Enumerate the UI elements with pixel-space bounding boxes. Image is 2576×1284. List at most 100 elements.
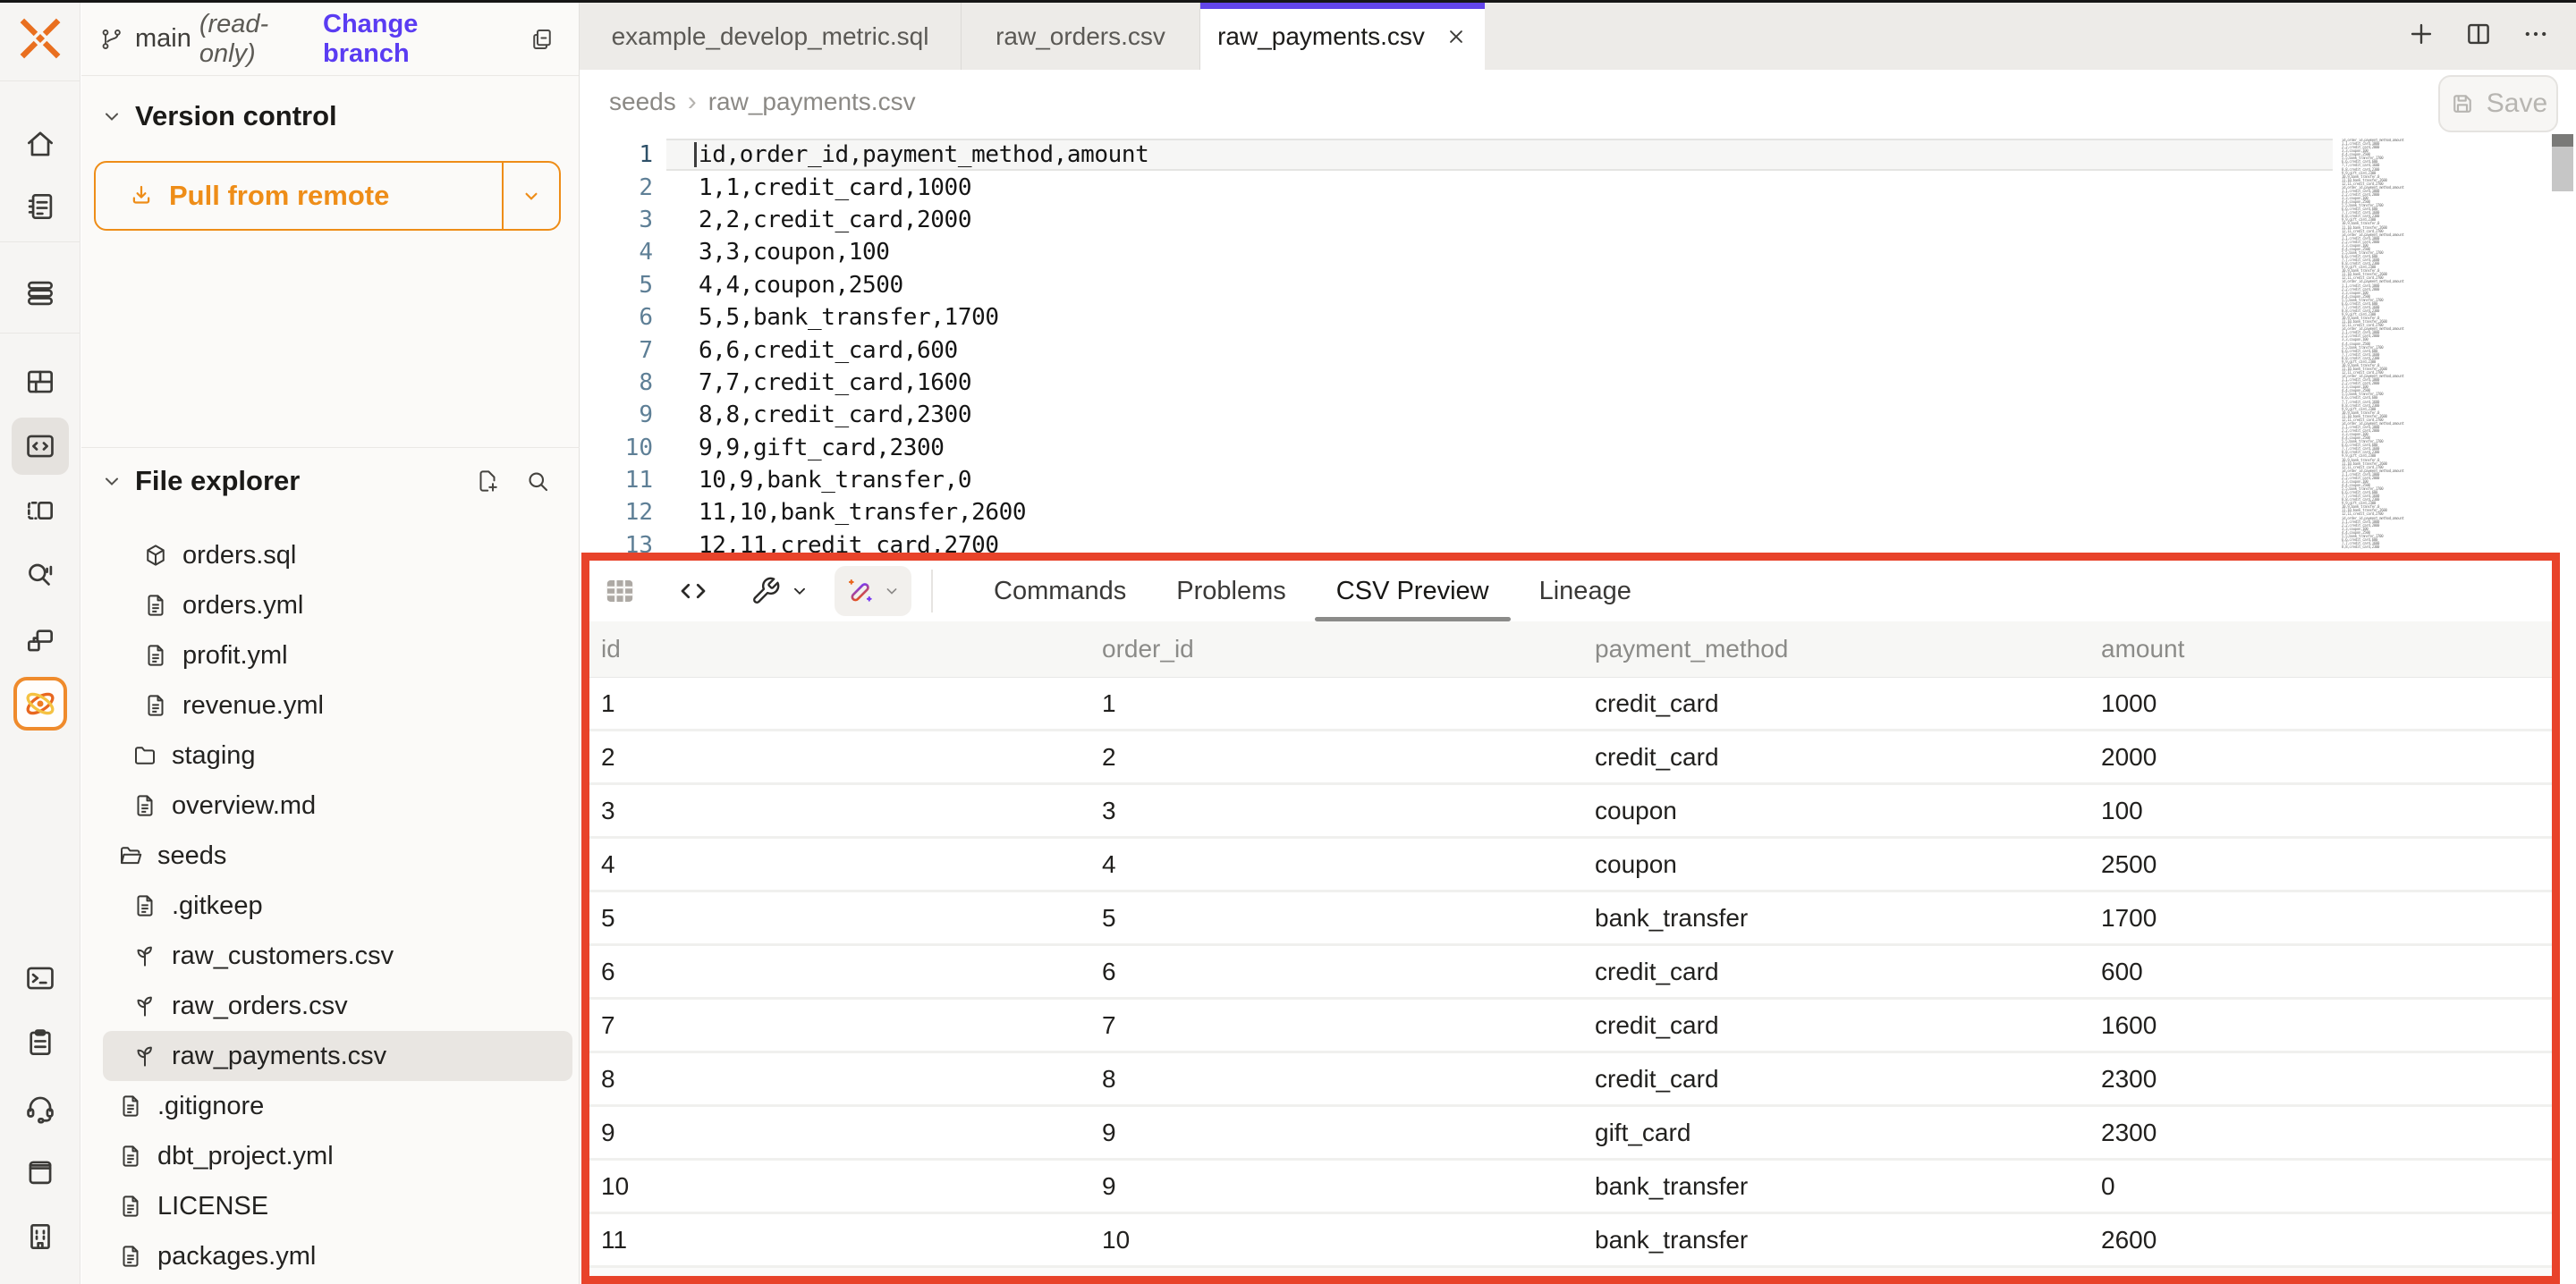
code-text[interactable]: 2,2,credit_card,2000: [666, 204, 2333, 236]
code-text[interactable]: 4,4,coupon,2500: [666, 269, 2333, 301]
panel-tab-commands[interactable]: Commands: [969, 561, 1151, 621]
code-text[interactable]: 5,5,bank_transfer,1700: [666, 301, 2333, 334]
close-tab-icon[interactable]: [1445, 25, 1468, 48]
file-row[interactable]: raw_customers.csv: [103, 931, 572, 981]
support-headset-icon[interactable]: [12, 1079, 69, 1136]
code-text[interactable]: 9,9,gift_card,2300: [666, 432, 2333, 464]
table-row[interactable]: 11credit_card1000: [589, 678, 2552, 731]
sql-code-icon[interactable]: [677, 575, 709, 607]
breadcrumb-file[interactable]: raw_payments.csv: [708, 88, 916, 116]
code-text[interactable]: 12,11,credit_card,2700: [666, 529, 2333, 554]
file-row[interactable]: packages.yml: [103, 1231, 572, 1281]
doc-icon: [117, 1093, 144, 1119]
folder-row[interactable]: seeds: [103, 831, 572, 881]
file-row[interactable]: LICENSE: [103, 1181, 572, 1231]
code-text[interactable]: id,order_id,payment_method,amount: [666, 139, 2333, 171]
file-row[interactable]: overview.md: [103, 781, 572, 831]
minimap[interactable]: id,order_id,payment_method,amount 1,1,cr…: [2342, 139, 2419, 550]
table-row[interactable]: 99gift_card2300: [589, 1107, 2552, 1161]
file-row[interactable]: profit.yml: [103, 630, 572, 680]
code-text[interactable]: 3,3,coupon,100: [666, 236, 2333, 268]
windows-overlap-icon[interactable]: [12, 612, 69, 669]
clipboard-icon[interactable]: [12, 1014, 69, 1071]
code-line[interactable]: 98,8,credit_card,2300: [580, 399, 2333, 431]
new-file-icon[interactable]: [474, 468, 501, 494]
pull-main-segment[interactable]: Pull from remote: [96, 163, 502, 229]
panel-tab-problems[interactable]: Problems: [1151, 561, 1311, 621]
pull-dropdown-toggle[interactable]: [504, 163, 559, 229]
new-tab-icon[interactable]: [2406, 19, 2436, 49]
code-text[interactable]: 6,6,credit_card,600: [666, 334, 2333, 366]
editor-tab[interactable]: raw_orders.csv: [962, 3, 1200, 70]
version-control-header[interactable]: Version control: [81, 94, 579, 139]
editor-scrollbar[interactable]: [2552, 134, 2573, 191]
file-name: .gitkeep: [172, 891, 263, 921]
code-line[interactable]: 1id,order_id,payment_method,amount: [580, 139, 2333, 171]
ai-wand-button[interactable]: [835, 566, 911, 616]
save-button[interactable]: Save: [2438, 75, 2558, 132]
editor-tab[interactable]: raw_payments.csv: [1200, 3, 1485, 70]
pull-from-remote-button[interactable]: Pull from remote: [94, 161, 561, 231]
terminal-icon[interactable]: [12, 950, 69, 1007]
editor-tab[interactable]: example_develop_metric.sql: [580, 3, 962, 70]
code-line[interactable]: 76,6,credit_card,600: [580, 334, 2333, 366]
code-line[interactable]: 32,2,credit_card,2000: [580, 204, 2333, 236]
file-row[interactable]: raw_orders.csv: [103, 981, 572, 1031]
file-explorer-header[interactable]: File explorer: [81, 459, 580, 503]
code-editor[interactable]: 1id,order_id,payment_method,amount21,1,c…: [580, 134, 2576, 554]
build-tools-button[interactable]: [750, 576, 809, 606]
table-row[interactable]: 77credit_card1600: [589, 1000, 2552, 1053]
dashboard-icon[interactable]: [12, 353, 69, 410]
split-editor-icon[interactable]: [2463, 19, 2494, 49]
panel-tab-lineage[interactable]: Lineage: [1514, 561, 1657, 621]
code-line[interactable]: 21,1,credit_card,1000: [580, 171, 2333, 203]
folder-row[interactable]: staging: [103, 731, 572, 781]
code-line[interactable]: 87,7,credit_card,1600: [580, 367, 2333, 399]
file-row[interactable]: .gitkeep: [103, 881, 572, 931]
file-row[interactable]: dbt_project.yml: [103, 1131, 572, 1181]
file-row[interactable]: .gitignore: [103, 1081, 572, 1131]
docs-book-icon[interactable]: [12, 1144, 69, 1201]
table-row[interactable]: 66credit_card600: [589, 946, 2552, 1000]
copy-icon[interactable]: [529, 26, 555, 53]
code-line[interactable]: 1211,10,bank_transfer,2600: [580, 496, 2333, 528]
table-row[interactable]: 88credit_card2300: [589, 1053, 2552, 1107]
code-line[interactable]: 43,3,coupon,100: [580, 236, 2333, 268]
brand-logo-icon[interactable]: [15, 13, 65, 63]
organization-icon[interactable]: [12, 1208, 69, 1265]
file-row[interactable]: revenue.yml: [103, 680, 572, 731]
code-line[interactable]: 1110,9,bank_transfer,0: [580, 464, 2333, 496]
code-text[interactable]: 11,10,bank_transfer,2600: [666, 496, 2333, 528]
notebook-icon[interactable]: [12, 178, 69, 235]
code-editor-icon[interactable]: [12, 418, 69, 475]
home-icon[interactable]: [12, 115, 69, 173]
file-row[interactable]: raw_payments.csv: [103, 1031, 572, 1081]
table-row[interactable]: 109bank_transfer0: [589, 1161, 2552, 1214]
table-row[interactable]: 22credit_card2000: [589, 731, 2552, 785]
code-text[interactable]: 10,9,bank_transfer,0: [666, 464, 2333, 496]
file-row[interactable]: orders.sql: [103, 530, 572, 580]
code-text[interactable]: 1,1,credit_card,1000: [666, 171, 2333, 203]
search-icon[interactable]: [524, 468, 551, 494]
ai-atom-icon[interactable]: [13, 677, 67, 731]
code-line[interactable]: 109,9,gift_card,2300: [580, 432, 2333, 464]
table-cell: 10: [1090, 1226, 1583, 1254]
change-branch-link[interactable]: Change branch: [323, 10, 509, 69]
results-table-icon[interactable]: [602, 573, 638, 609]
table-row[interactable]: 44coupon2500: [589, 839, 2552, 892]
table-row[interactable]: 33coupon100: [589, 785, 2552, 839]
app-window-icon[interactable]: [12, 482, 69, 539]
table-row[interactable]: 55bank_transfer1700: [589, 892, 2552, 946]
code-line[interactable]: 1312,11,credit_card,2700: [580, 529, 2333, 554]
more-options-icon[interactable]: [2521, 19, 2551, 49]
code-text[interactable]: 8,8,credit_card,2300: [666, 399, 2333, 431]
breadcrumb-parent[interactable]: seeds: [609, 88, 676, 116]
code-text[interactable]: 7,7,credit_card,1600: [666, 367, 2333, 399]
file-row[interactable]: orders.yml: [103, 580, 572, 630]
table-row[interactable]: 1110bank_transfer2600: [589, 1214, 2552, 1268]
data-search-icon[interactable]: [12, 545, 69, 603]
data-stack-icon[interactable]: [12, 265, 69, 322]
code-line[interactable]: 54,4,coupon,2500: [580, 269, 2333, 301]
code-line[interactable]: 65,5,bank_transfer,1700: [580, 301, 2333, 334]
panel-tab-csv-preview[interactable]: CSV Preview: [1311, 561, 1514, 621]
